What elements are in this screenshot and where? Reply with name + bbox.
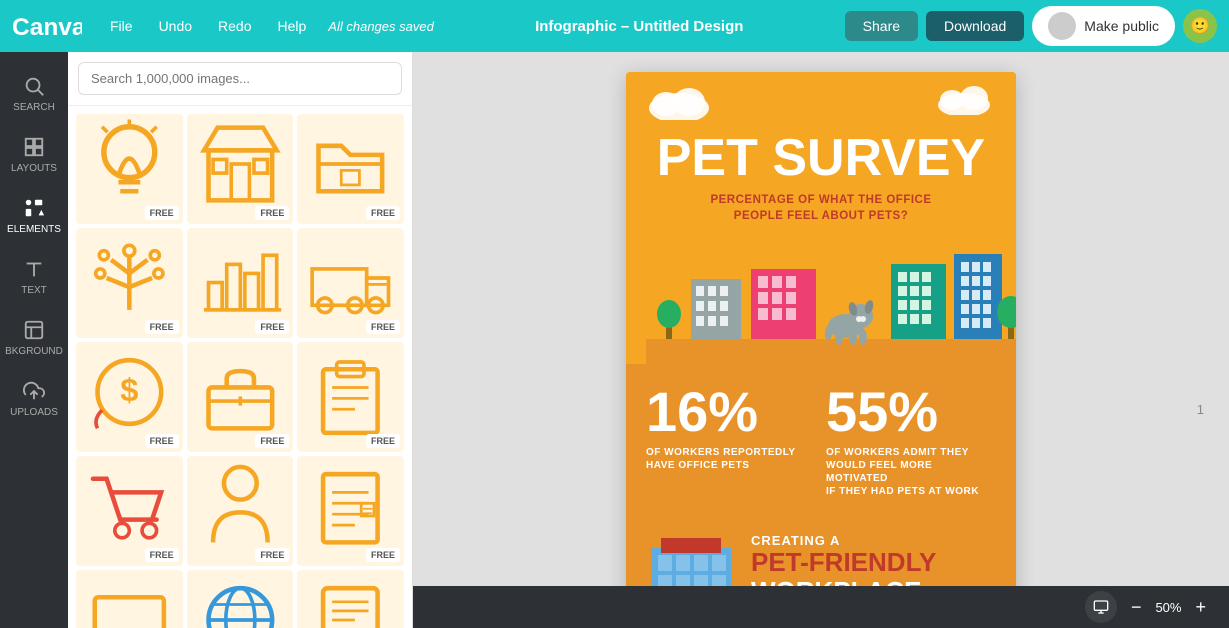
sidebar-elements-label: ELEMENTS <box>7 224 61 235</box>
undo-button[interactable]: Undo <box>151 14 200 38</box>
cloud-right-icon <box>934 80 994 115</box>
search-input[interactable] <box>78 62 402 95</box>
download-button[interactable]: Download <box>926 11 1024 41</box>
sidebar-item-layouts[interactable]: LAYOUTS <box>0 123 68 184</box>
list-item[interactable]: FREE <box>76 114 183 224</box>
stat2-number: 55% <box>826 384 996 440</box>
zoom-level: 50% <box>1155 600 1181 615</box>
search-icon <box>22 74 46 98</box>
free-badge: FREE <box>255 320 289 334</box>
list-item[interactable]: FREE <box>187 456 294 566</box>
free-badge: FREE <box>255 206 289 220</box>
infographic-top: PET SURVEY PERCENTAGE OF WHAT THE OFFICE… <box>626 72 1016 364</box>
search-area <box>68 52 412 106</box>
stat2-desc: OF WORKERS ADMIT THEYWOULD FEEL MORE MOT… <box>826 446 996 498</box>
topbar-center: Infographic – Untitled Design <box>444 18 835 35</box>
list-item[interactable]: FREE <box>297 114 404 224</box>
free-badge: FREE <box>145 206 179 220</box>
images-grid: FREE FREE FR <box>68 106 412 628</box>
free-badge: FREE <box>255 434 289 448</box>
sidebar-bkground-label: BKGROUND <box>5 346 63 357</box>
infographic-canvas[interactable]: PET SURVEY PERCENTAGE OF WHAT THE OFFICE… <box>626 72 1016 628</box>
list-item[interactable]: FREE <box>297 228 404 338</box>
list-item[interactable]: FREE <box>297 456 404 566</box>
canvas-area: PET SURVEY PERCENTAGE OF WHAT THE OFFICE… <box>413 52 1229 628</box>
zoom-out-button[interactable]: − <box>1123 595 1150 620</box>
sidebar-item-background[interactable]: BKGROUND <box>0 306 68 367</box>
present-button[interactable] <box>1085 591 1117 623</box>
background-icon <box>22 318 46 342</box>
free-badge: FREE <box>255 548 289 562</box>
toggle-circle <box>1048 12 1076 40</box>
elements-panel: FREE FREE FR <box>68 52 413 628</box>
infographic-subtitle: PERCENTAGE OF WHAT THE OFFICEPEOPLE FEEL… <box>646 192 996 224</box>
bottom-controls: − 50% + <box>413 586 1229 628</box>
main-area: SEARCH LAYOUTS ELEMENTS <box>0 52 1229 628</box>
list-item[interactable]: FREE <box>76 228 183 338</box>
user-avatar[interactable]: 🙂 <box>1183 9 1217 43</box>
left-sidebar: SEARCH LAYOUTS ELEMENTS <box>0 52 68 628</box>
list-item[interactable]: FREE <box>187 570 294 628</box>
list-item[interactable]: $ FREE <box>76 342 183 452</box>
sidebar-search-label: SEARCH <box>13 102 55 113</box>
list-item[interactable]: FREE <box>187 228 294 338</box>
city-scene <box>646 234 1016 364</box>
free-badge: FREE <box>366 434 400 448</box>
uploads-icon <box>22 379 46 403</box>
svg-text:$: $ <box>120 371 138 408</box>
share-button[interactable]: Share <box>845 11 918 41</box>
zoom-in-button[interactable]: + <box>1187 595 1214 620</box>
svg-text:Canva: Canva <box>12 14 82 41</box>
free-badge: FREE <box>366 206 400 220</box>
sidebar-item-uploads[interactable]: UPLOADS <box>0 367 68 428</box>
creating-label: CREATING A <box>751 533 996 548</box>
free-badge: FREE <box>145 320 179 334</box>
text-icon <box>22 257 46 281</box>
list-item[interactable]: FREE <box>76 456 183 566</box>
list-item[interactable]: FREE <box>76 570 183 628</box>
cloud-left-icon <box>644 80 714 120</box>
layouts-icon <box>22 135 46 159</box>
sidebar-item-elements[interactable]: ELEMENTS <box>0 184 68 245</box>
file-menu[interactable]: File <box>102 14 141 38</box>
topbar-right: Share Download Make public 🙂 <box>845 6 1217 46</box>
document-title: Infographic – Untitled Design <box>535 18 743 35</box>
stat1-desc: OF WORKERS REPORTEDLYHAVE OFFICE PETS <box>646 446 816 472</box>
redo-button[interactable]: Redo <box>210 14 259 38</box>
stat1-number: 16% <box>646 384 816 440</box>
list-item[interactable]: FREE <box>187 114 294 224</box>
sidebar-item-text[interactable]: TEXT <box>0 245 68 306</box>
sidebar-item-search[interactable]: SEARCH <box>0 62 68 123</box>
free-badge: FREE <box>145 434 179 448</box>
sidebar-layouts-label: LAYOUTS <box>11 163 57 174</box>
list-item[interactable]: FREE <box>187 342 294 452</box>
help-menu[interactable]: Help <box>270 14 315 38</box>
stat-block-1: 16% OF WORKERS REPORTEDLYHAVE OFFICE PET… <box>646 384 816 498</box>
list-item[interactable]: FREE <box>297 570 404 628</box>
infographic-title: PET SURVEY <box>646 132 996 184</box>
free-badge: FREE <box>145 548 179 562</box>
topbar: Canva File Undo Redo Help All changes sa… <box>0 0 1229 52</box>
make-public-label: Make public <box>1084 18 1159 34</box>
sidebar-uploads-label: UPLOADS <box>10 407 58 418</box>
list-item[interactable]: FREE <box>297 342 404 452</box>
stats-section: 16% OF WORKERS REPORTEDLYHAVE OFFICE PET… <box>626 364 1016 518</box>
save-status: All changes saved <box>328 19 434 34</box>
free-badge: FREE <box>366 320 400 334</box>
make-public-button[interactable]: Make public <box>1032 6 1175 46</box>
free-badge: FREE <box>366 548 400 562</box>
sidebar-text-label: TEXT <box>21 285 47 296</box>
stat-block-2: 55% OF WORKERS ADMIT THEYWOULD FEEL MORE… <box>826 384 996 498</box>
pet-friendly-label: PET-FRIENDLY <box>751 548 996 577</box>
canva-logo[interactable]: Canva <box>12 11 82 41</box>
elements-icon <box>22 196 46 220</box>
page-number: 1 <box>1197 402 1204 417</box>
